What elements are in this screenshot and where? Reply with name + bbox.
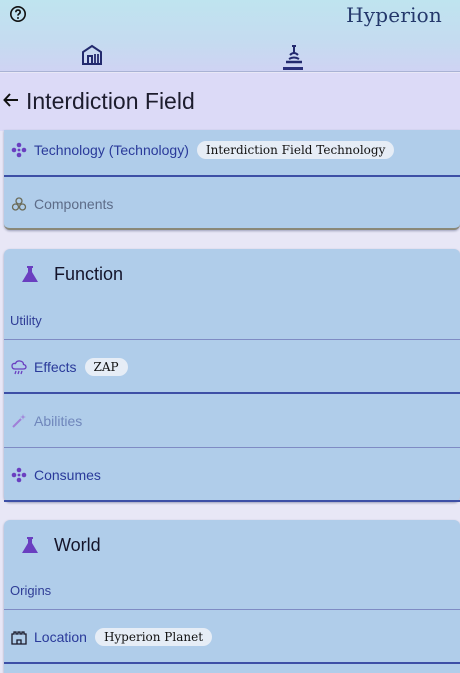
consumes-label: Consumes [34,467,101,483]
divider [4,609,460,610]
world-card: World Origins Location Hyperion Planet [4,520,460,673]
effects-chip[interactable]: ZAP [84,358,128,376]
world-title: World [54,534,101,555]
back-arrow-icon[interactable] [2,91,20,109]
abilities-label: Abilities [34,413,83,429]
effects-label: Effects [34,359,77,375]
page-header: Interdiction Field [0,73,460,131]
function-heading: Function [4,262,123,286]
biohazard-icon [11,197,27,211]
divider [4,500,460,502]
components-label: Components [34,196,114,212]
top-app-bar: Hyperion [0,0,460,72]
molecule-icon [11,142,27,158]
consumes-row[interactable]: Consumes [4,463,460,487]
technology-label: Technology (Technology) [34,142,189,158]
function-title: Function [54,263,124,284]
location-chip[interactable]: Hyperion Planet [94,628,213,646]
divider [4,175,460,177]
origins-subhead: Origins [10,583,52,598]
location-label: Location [34,629,87,645]
home-icon [82,44,102,65]
molecule-icon [11,467,27,483]
divider [4,339,460,340]
wand-icon [12,414,26,428]
divider [4,447,460,448]
flask-icon [22,266,38,282]
divider [4,392,460,394]
world-heading: World [4,533,101,557]
app-title: Hyperion [346,3,442,27]
divider [4,662,460,664]
function-card: Function Utility Effects ZAP Abilities C… [4,249,460,502]
storm-icon [11,360,27,375]
flask-icon [22,537,38,553]
active-tab-indicator [283,67,303,70]
info-card: Technology (Technology) Interdiction Fie… [4,130,460,230]
castle-icon [11,631,27,645]
utility-subhead: Utility [10,313,42,328]
effects-row[interactable]: Effects ZAP [4,355,460,379]
abilities-row[interactable]: Abilities [4,409,460,433]
technology-chip[interactable]: Interdiction Field Technology [196,141,395,159]
tab-science[interactable] [281,42,307,70]
location-row[interactable]: Location Hyperion Planet [4,625,460,649]
tab-home[interactable] [79,42,105,68]
help-icon[interactable] [9,5,27,23]
page-title: Interdiction Field [26,88,195,114]
technology-row[interactable]: Technology (Technology) Interdiction Fie… [4,138,460,162]
components-row[interactable]: Components [4,192,460,216]
microscope-icon [286,45,302,64]
